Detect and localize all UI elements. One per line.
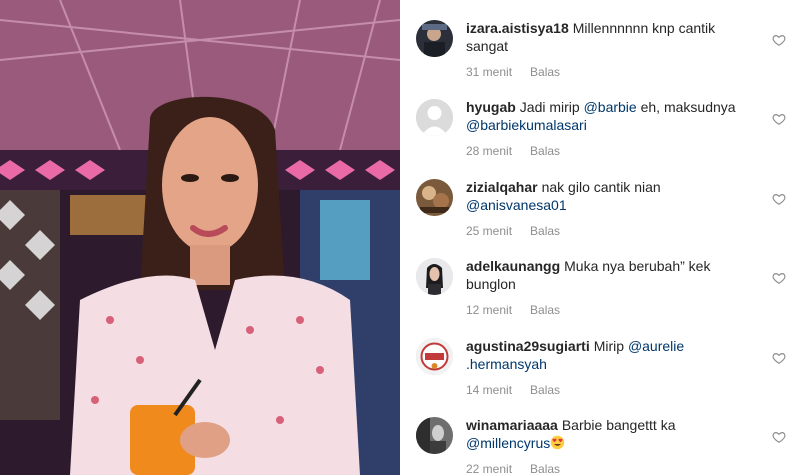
comment-item: winamariaaaa Barbie bangettt ka @millency…	[416, 417, 786, 475]
post-photo[interactable]	[0, 0, 400, 475]
reply-button[interactable]: Balas	[530, 303, 560, 317]
comment-text: Barbie bangettt ka	[561, 417, 676, 433]
avatar-person-icon	[416, 258, 453, 295]
comments-list: izara.aistisya18 Millennnnnn knp cantik s…	[400, 0, 800, 475]
comment-meta: 14 menit Balas	[466, 383, 560, 397]
heart-eyes-emoji-icon	[550, 435, 565, 450]
comment-username[interactable]: agustina29sugiarti	[466, 338, 590, 354]
comment-item: adelkaunangg Muka nya berubah” kek bunglo…	[416, 258, 786, 338]
comment-body: zizialqahar nak gilo cantik nian @anisvan…	[466, 178, 756, 214]
comment-timestamp[interactable]: 22 menit	[466, 462, 512, 475]
reply-button[interactable]: Balas	[530, 65, 560, 79]
comment-username[interactable]: hyugab	[466, 99, 516, 115]
comment-username[interactable]: zizialqahar	[466, 179, 538, 195]
comment-text: Jadi mirip	[519, 99, 584, 115]
like-heart-icon[interactable]	[772, 192, 786, 206]
like-heart-icon[interactable]	[772, 430, 786, 444]
comment-body: hyugab Jadi mirip @barbie eh, maksudnya @…	[466, 98, 756, 134]
comment-body: winamariaaaa Barbie bangettt ka @millency…	[466, 416, 756, 452]
avatar-logo-icon	[416, 338, 453, 375]
mention-link[interactable]: @barbiekumalasari	[466, 117, 587, 133]
mention-link[interactable]: @barbie	[584, 99, 637, 115]
comment-text: Mirip	[593, 338, 628, 354]
reply-button[interactable]: Balas	[530, 462, 560, 475]
like-heart-icon[interactable]	[772, 33, 786, 47]
comment-text: nak gilo cantik nian	[541, 179, 661, 195]
user-avatar[interactable]	[416, 258, 453, 295]
comment-body: agustina29sugiarti Mirip @aurelie .herman…	[466, 337, 756, 373]
emoji	[550, 435, 565, 451]
comment-meta: 12 menit Balas	[466, 303, 560, 317]
avatar-food-icon	[416, 179, 453, 216]
comment-timestamp[interactable]: 28 menit	[466, 144, 512, 158]
comment-item: hyugab Jadi mirip @barbie eh, maksudnya @…	[416, 99, 786, 179]
reply-button[interactable]: Balas	[530, 224, 560, 238]
user-avatar[interactable]	[416, 417, 453, 454]
comment-item: zizialqahar nak gilo cantik nian @anisvan…	[416, 179, 786, 259]
user-avatar[interactable]	[416, 20, 453, 57]
avatar-bw-icon	[416, 417, 453, 454]
like-heart-icon[interactable]	[772, 112, 786, 126]
user-avatar[interactable]	[416, 99, 453, 136]
comment-timestamp[interactable]: 31 menit	[466, 65, 512, 79]
photo-illustration	[0, 0, 400, 475]
default-avatar-icon	[416, 99, 453, 136]
reply-button[interactable]: Balas	[530, 383, 560, 397]
comment-timestamp[interactable]: 14 menit	[466, 383, 512, 397]
comment-meta: 31 menit Balas	[466, 65, 560, 79]
comment-timestamp[interactable]: 25 menit	[466, 224, 512, 238]
user-avatar[interactable]	[416, 338, 453, 375]
comment-body: adelkaunangg Muka nya berubah” kek bunglo…	[466, 257, 756, 293]
like-heart-icon[interactable]	[772, 351, 786, 365]
reply-button[interactable]: Balas	[530, 144, 560, 158]
comment-timestamp[interactable]: 12 menit	[466, 303, 512, 317]
comment-body: izara.aistisya18 Millennnnnn knp cantik s…	[466, 19, 756, 55]
comment-username[interactable]: adelkaunangg	[466, 258, 560, 274]
comment-meta: 25 menit Balas	[466, 224, 560, 238]
mention-link[interactable]: @anisvanesa01	[466, 197, 567, 213]
comment-item: agustina29sugiarti Mirip @aurelie .herman…	[416, 338, 786, 418]
comment-text: eh, maksudnya	[636, 99, 736, 115]
mention-link[interactable]: @millencyrus	[466, 435, 550, 451]
user-avatar[interactable]	[416, 179, 453, 216]
comment-username[interactable]: izara.aistisya18	[466, 20, 569, 36]
comment-item: izara.aistisya18 Millennnnnn knp cantik s…	[416, 20, 786, 100]
comment-username[interactable]: winamariaaaa	[466, 417, 558, 433]
avatar-dark-icon	[416, 20, 453, 57]
comment-meta: 28 menit Balas	[466, 144, 560, 158]
comment-meta: 22 menit Balas	[466, 462, 560, 475]
like-heart-icon[interactable]	[772, 271, 786, 285]
